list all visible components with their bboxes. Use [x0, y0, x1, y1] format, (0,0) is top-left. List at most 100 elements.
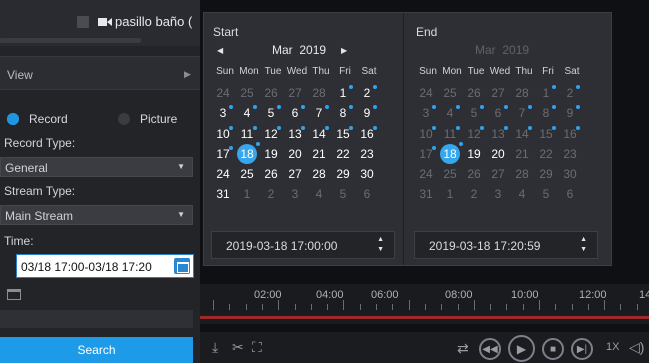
calendar-day[interactable]: 7 — [307, 103, 331, 123]
calendar-day[interactable]: 12 — [259, 124, 283, 144]
end-time-input[interactable]: 2019-03-18 17:20:59 ▲ ▼ — [414, 231, 598, 259]
calendar-day[interactable]: 5 — [462, 103, 486, 123]
calendar-day[interactable]: 22 — [331, 144, 355, 164]
calendar-day[interactable]: 3 — [283, 184, 307, 204]
calendar-day[interactable]: 18 — [438, 141, 463, 164]
calendar-day[interactable]: 26 — [462, 164, 486, 184]
calendar-day[interactable]: 31 — [414, 184, 438, 204]
calendar-day[interactable]: 10 — [414, 124, 438, 144]
calendar-day[interactable]: 15 — [534, 124, 558, 144]
calendar-day[interactable]: 27 — [486, 164, 510, 184]
time-spinner-icon[interactable]: ▲ ▼ — [377, 235, 384, 255]
calendar-day[interactable]: 26 — [462, 83, 486, 103]
calendar-day[interactable]: 4 — [510, 184, 534, 204]
snapshot-icon[interactable]: ⛶ — [252, 339, 262, 356]
calendar-day[interactable]: 25 — [235, 83, 259, 103]
calendar-day[interactable]: 24 — [414, 83, 438, 103]
calendar-day[interactable]: 28 — [510, 83, 534, 103]
speed-label[interactable]: 1X — [606, 341, 619, 353]
calendar-day[interactable]: 17 — [414, 144, 438, 164]
calendar-day[interactable]: 27 — [283, 164, 307, 184]
calendar-day[interactable]: 8 — [331, 103, 355, 123]
start-time-input[interactable]: 2019-03-18 17:00:00 ▲ ▼ — [211, 231, 395, 259]
view-section-header[interactable]: View ▶ — [0, 56, 200, 90]
calendar-day[interactable]: 4 — [307, 184, 331, 204]
search-button[interactable]: Search — [0, 337, 193, 363]
calendar-day[interactable]: 4 — [235, 103, 259, 123]
calendar-day[interactable]: 17 — [211, 144, 235, 164]
time-spinner-icon[interactable]: ▲ ▼ — [580, 235, 587, 255]
calendar-day[interactable]: 22 — [534, 144, 558, 164]
camera-row[interactable]: pasillo baño ( — [0, 0, 200, 46]
calendar-day[interactable]: 20 — [283, 144, 307, 164]
calendar-day[interactable]: 26 — [259, 164, 283, 184]
calendar-day[interactable]: 6 — [355, 184, 379, 204]
calendar-day[interactable]: 16 — [558, 124, 582, 144]
calendar-day[interactable]: 14 — [510, 124, 534, 144]
calendar-day[interactable]: 23 — [558, 144, 582, 164]
next-month-icon[interactable]: ▶ — [341, 46, 347, 55]
calendar-day[interactable]: 21 — [307, 144, 331, 164]
calendar-day[interactable]: 28 — [307, 83, 331, 103]
record-radio[interactable] — [7, 113, 19, 125]
time-range-input[interactable]: 03/18 17:00-03/18 17:20 — [16, 254, 194, 278]
calendar-day[interactable]: 23 — [355, 144, 379, 164]
calendar-day[interactable]: 6 — [486, 103, 510, 123]
download-icon[interactable]: ⤓ — [212, 339, 218, 356]
calendar-day[interactable]: 5 — [259, 103, 283, 123]
calendar-day[interactable]: 12 — [462, 124, 486, 144]
calendar-day[interactable]: 16 — [355, 124, 379, 144]
calendar-day[interactable]: 15 — [331, 124, 355, 144]
camera-checkbox[interactable] — [77, 16, 89, 28]
volume-icon[interactable]: ◁) — [629, 339, 644, 356]
record-type-select[interactable]: General ▼ — [0, 157, 193, 177]
calendar-day[interactable]: 25 — [235, 164, 259, 184]
calendar-day[interactable]: 27 — [486, 83, 510, 103]
play-button[interactable]: ▶ — [508, 335, 535, 362]
calendar-day[interactable]: 11 — [438, 124, 462, 144]
calendar-day[interactable]: 24 — [211, 164, 235, 184]
calendar-day[interactable]: 7 — [510, 103, 534, 123]
calendar-day[interactable]: 10 — [211, 124, 235, 144]
calendar-day[interactable]: 2 — [355, 83, 379, 103]
calendar-day[interactable]: 29 — [534, 164, 558, 184]
calendar-day[interactable]: 13 — [283, 124, 307, 144]
calendar-day[interactable]: 13 — [486, 124, 510, 144]
calendar-day[interactable]: 19 — [259, 144, 283, 164]
calendar-day[interactable]: 11 — [235, 124, 259, 144]
stream-type-select[interactable]: Main Stream ▼ — [0, 205, 193, 225]
card-number-input[interactable] — [0, 310, 193, 328]
calendar-day[interactable]: 5 — [331, 184, 355, 204]
rewind-button[interactable]: ◀◀ — [479, 338, 501, 360]
calendar-day[interactable]: 3 — [211, 103, 235, 123]
calendar-day[interactable]: 24 — [414, 164, 438, 184]
calendar-day[interactable]: 1 — [235, 184, 259, 204]
calendar-day[interactable]: 29 — [331, 164, 355, 184]
calendar-day[interactable]: 9 — [558, 103, 582, 123]
calendar-icon[interactable] — [174, 258, 190, 274]
calendar-day[interactable]: 30 — [355, 164, 379, 184]
calendar-day[interactable]: 3 — [414, 103, 438, 123]
prev-month-icon[interactable]: ◀ — [217, 46, 223, 55]
sync-icon[interactable]: ⇄ — [457, 340, 469, 357]
calendar-day[interactable]: 2 — [558, 83, 582, 103]
calendar-day[interactable]: 27 — [283, 83, 307, 103]
calendar-day[interactable]: 5 — [534, 184, 558, 204]
calendar-day[interactable]: 21 — [510, 144, 534, 164]
next-frame-button[interactable]: ▶| — [571, 338, 593, 360]
calendar-day[interactable]: 30 — [558, 164, 582, 184]
calendar-day[interactable]: 6 — [283, 103, 307, 123]
calendar-day[interactable]: 25 — [438, 164, 462, 184]
calendar-day[interactable]: 1 — [438, 184, 462, 204]
calendar-day[interactable]: 1 — [331, 83, 355, 103]
calendar-day[interactable]: 9 — [355, 103, 379, 123]
calendar-day[interactable]: 6 — [558, 184, 582, 204]
picture-radio[interactable] — [118, 113, 130, 125]
calendar-day[interactable]: 19 — [462, 144, 486, 164]
calendar-day[interactable]: 31 — [211, 184, 235, 204]
calendar-day[interactable]: 1 — [534, 83, 558, 103]
calendar-day[interactable]: 2 — [462, 184, 486, 204]
calendar-day[interactable]: 8 — [534, 103, 558, 123]
calendar-day[interactable]: 28 — [510, 164, 534, 184]
calendar-day[interactable]: 20 — [486, 144, 510, 164]
